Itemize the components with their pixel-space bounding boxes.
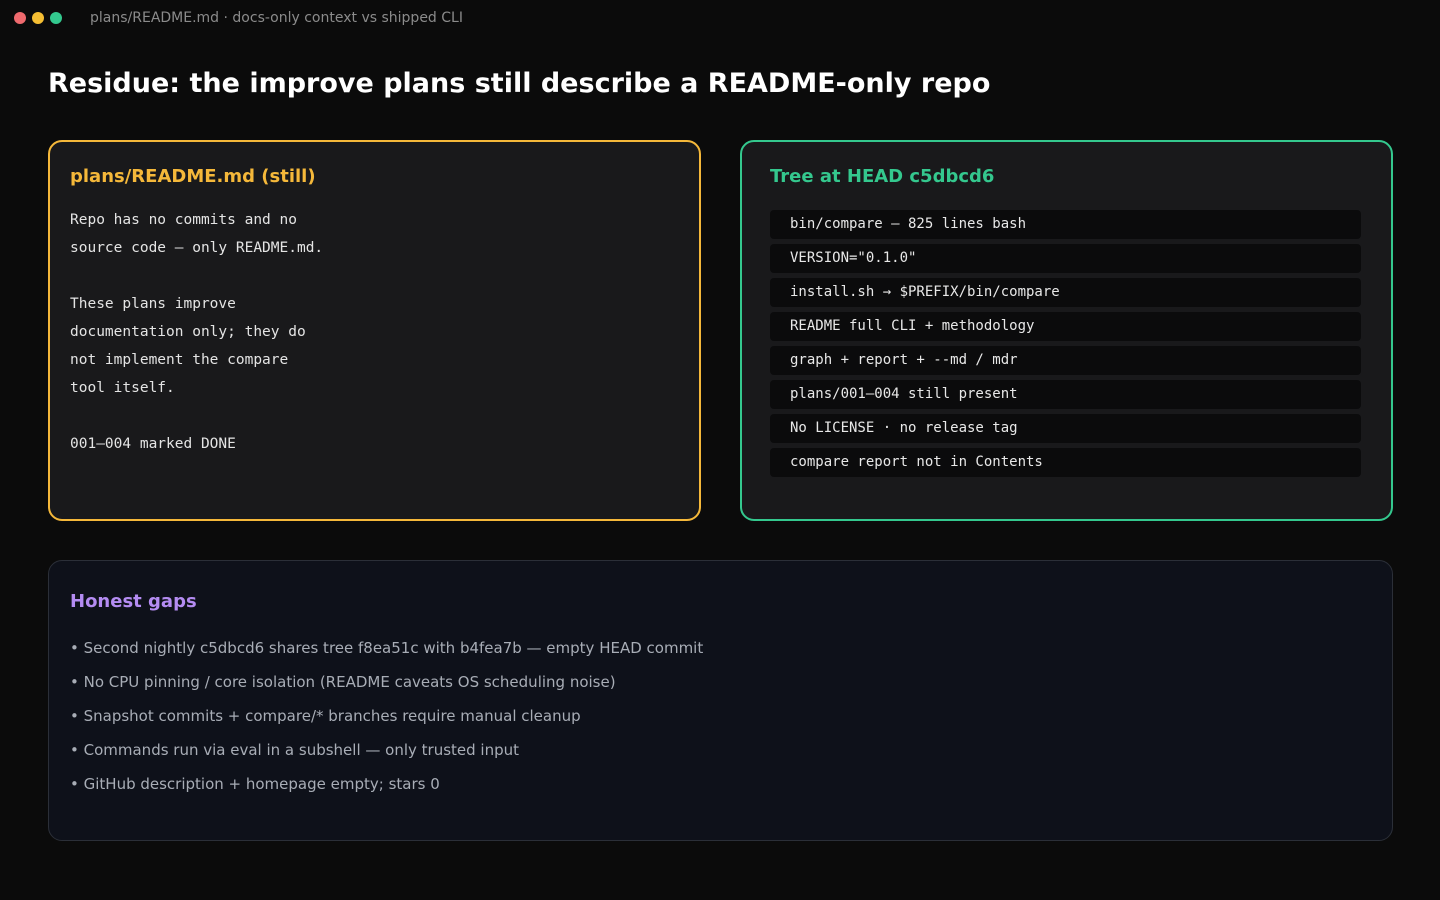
tree-item: graph + report + --md / mdr [770,346,1361,375]
tree-panel-heading: Tree at HEAD c5dbcd6 [770,166,995,187]
plans-line: These plans improve [70,296,236,312]
plans-line: Repo has no commits and no [70,212,297,228]
plans-readme-panel: plans/README.md (still) Repo has no comm… [48,140,701,521]
window-titlebar: plans/README.md · docs-only context vs s… [0,0,1440,38]
plans-line: not implement the compare [70,352,289,368]
plans-line: tool itself. [70,380,175,396]
plans-panel-heading: plans/README.md (still) [70,166,316,187]
window-title: plans/README.md · docs-only context vs s… [90,10,463,26]
honest-gaps-panel: Honest gaps • Second nightly c5dbcd6 sha… [48,560,1393,841]
tree-item: No LICENSE · no release tag [770,414,1361,443]
maximize-window-button[interactable] [50,12,62,24]
tree-item: plans/001–004 still present [770,380,1361,409]
page-title: Residue: the improve plans still describ… [48,68,991,99]
tree-item: bin/compare — 825 lines bash [770,210,1361,239]
tree-at-head-panel: Tree at HEAD c5dbcd6 bin/compare — 825 l… [740,140,1393,521]
tree-item: README full CLI + methodology [770,312,1361,341]
gaps-list: • Second nightly c5dbcd6 shares tree f8e… [70,637,703,807]
gap-item: • Snapshot commits + compare/* branches … [70,707,581,725]
plans-line: source code — only README.md. [70,240,324,256]
gap-item: • GitHub description + homepage empty; s… [70,775,440,793]
plans-readme-text: Repo has no commits and no source code —… [70,206,323,458]
plans-line [70,402,323,430]
plans-line: 001–004 marked DONE [70,436,236,452]
minimize-window-button[interactable] [32,12,44,24]
tree-item: VERSION="0.1.0" [770,244,1361,273]
gap-item: • Second nightly c5dbcd6 shares tree f8e… [70,639,704,657]
close-window-button[interactable] [14,12,26,24]
plans-line [70,262,323,290]
gap-item: • No CPU pinning / core isolation (READM… [70,673,616,691]
tree-item: compare report not in Contents [770,448,1361,477]
tree-list: bin/compare — 825 lines bash VERSION="0.… [770,210,1361,482]
tree-item: install.sh → $PREFIX/bin/compare [770,278,1361,307]
gaps-panel-heading: Honest gaps [70,591,197,612]
gap-item: • Commands run via eval in a subshell — … [70,741,519,759]
plans-line: documentation only; they do [70,324,306,340]
